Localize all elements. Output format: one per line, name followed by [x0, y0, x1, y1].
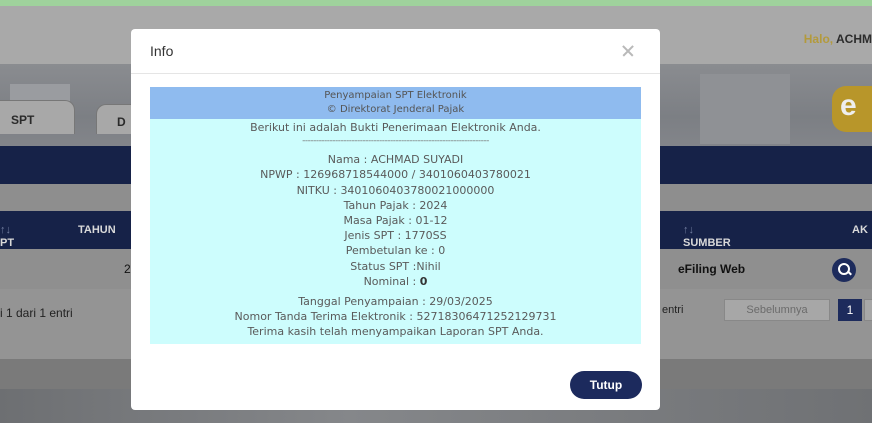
pagination-page-1[interactable]: 1	[838, 299, 862, 321]
user-greeting[interactable]: Halo, ACHM	[804, 32, 872, 46]
pagination-previous[interactable]: Sebelumnya	[724, 299, 830, 321]
modal-header: Info	[131, 29, 660, 74]
tab-spt[interactable]: SPT	[0, 100, 75, 134]
info-modal: Info Penyampaian SPT Elektronik © Direkt…	[131, 29, 660, 410]
close-icon[interactable]	[619, 41, 639, 61]
receipt-header-line1: Penyampaian SPT Elektronik	[324, 90, 467, 101]
column-header-label: PT	[0, 237, 15, 249]
receipt-tahun-pajak: Tahun Pajak : 2024	[343, 198, 448, 212]
efiling-logo: e	[832, 86, 872, 132]
receipt-nominal-value: 0	[419, 274, 428, 288]
modal-title: Info	[150, 43, 174, 59]
receipt-nama: Nama : ACHMAD SUYADI	[327, 153, 464, 167]
column-header-tahun[interactable]: TAHUN	[78, 224, 116, 236]
entries-info: i 1 dari 1 entri	[0, 306, 73, 320]
column-header-aksi[interactable]: AK	[852, 224, 868, 236]
receipt-tanggal: Tanggal Penyampaian : 29/03/2025	[298, 295, 493, 309]
receipt-status: Status SPT :Nihil	[350, 259, 441, 273]
entries-fragment: entri	[662, 304, 684, 316]
logo-letter: e	[840, 89, 857, 122]
banner-building	[700, 74, 790, 144]
sort-icon: ↑↓	[0, 224, 11, 236]
cell-year: 2	[124, 262, 131, 276]
sort-icon: ↑↓	[683, 224, 694, 236]
receipt-masa-pajak: Masa Pajak : 01-12	[343, 214, 448, 228]
close-button[interactable]: Tutup	[570, 371, 642, 399]
receipt-header: Penyampaian SPT Elektronik © Direktorat …	[150, 87, 641, 119]
receipt-npwp: NPWP : 126968718544000 / 340106040378002…	[260, 168, 531, 182]
receipt-divider: ----------------------------------------…	[302, 136, 489, 147]
receipt-nitku: NITKU : 3401060403780021000000	[296, 183, 495, 197]
greeting-text: Halo,	[803, 32, 834, 46]
receipt-intro: Berikut ini adalah Bukti Penerimaan Elek…	[250, 121, 541, 134]
user-name: ACHM	[836, 32, 872, 46]
pagination-next[interactable]	[864, 299, 872, 321]
receipt-nominal-label: Nominal :	[363, 274, 420, 288]
receipt-nominal: Nominal : 0	[150, 274, 641, 289]
tab-spt-label: SPT	[11, 113, 35, 127]
column-header-label: SUMBER	[683, 237, 731, 249]
column-header-sumber[interactable]: SUMBER ↑↓	[683, 224, 731, 249]
receipt-terima-kasih: Terima kasih telah menyampaikan Laporan …	[247, 325, 544, 339]
view-search-button[interactable]	[832, 258, 856, 282]
column-header-spt[interactable]: PT ↑↓	[0, 224, 14, 249]
receipt-box: Penyampaian SPT Elektronik © Direktorat …	[150, 87, 641, 344]
receipt-jenis-spt: Jenis SPT : 1770SS	[344, 229, 447, 243]
cell-source: eFiling Web	[678, 262, 746, 276]
receipt-header-line2: © Direktorat Jenderal Pajak	[326, 104, 465, 115]
receipt-nomor-tanda-terima: Nomor Tanda Terima Elektronik : 52718306…	[234, 310, 557, 324]
tab-d-label: D	[117, 115, 126, 129]
receipt-pembetulan: Pembetulan ke : 0	[345, 244, 446, 258]
